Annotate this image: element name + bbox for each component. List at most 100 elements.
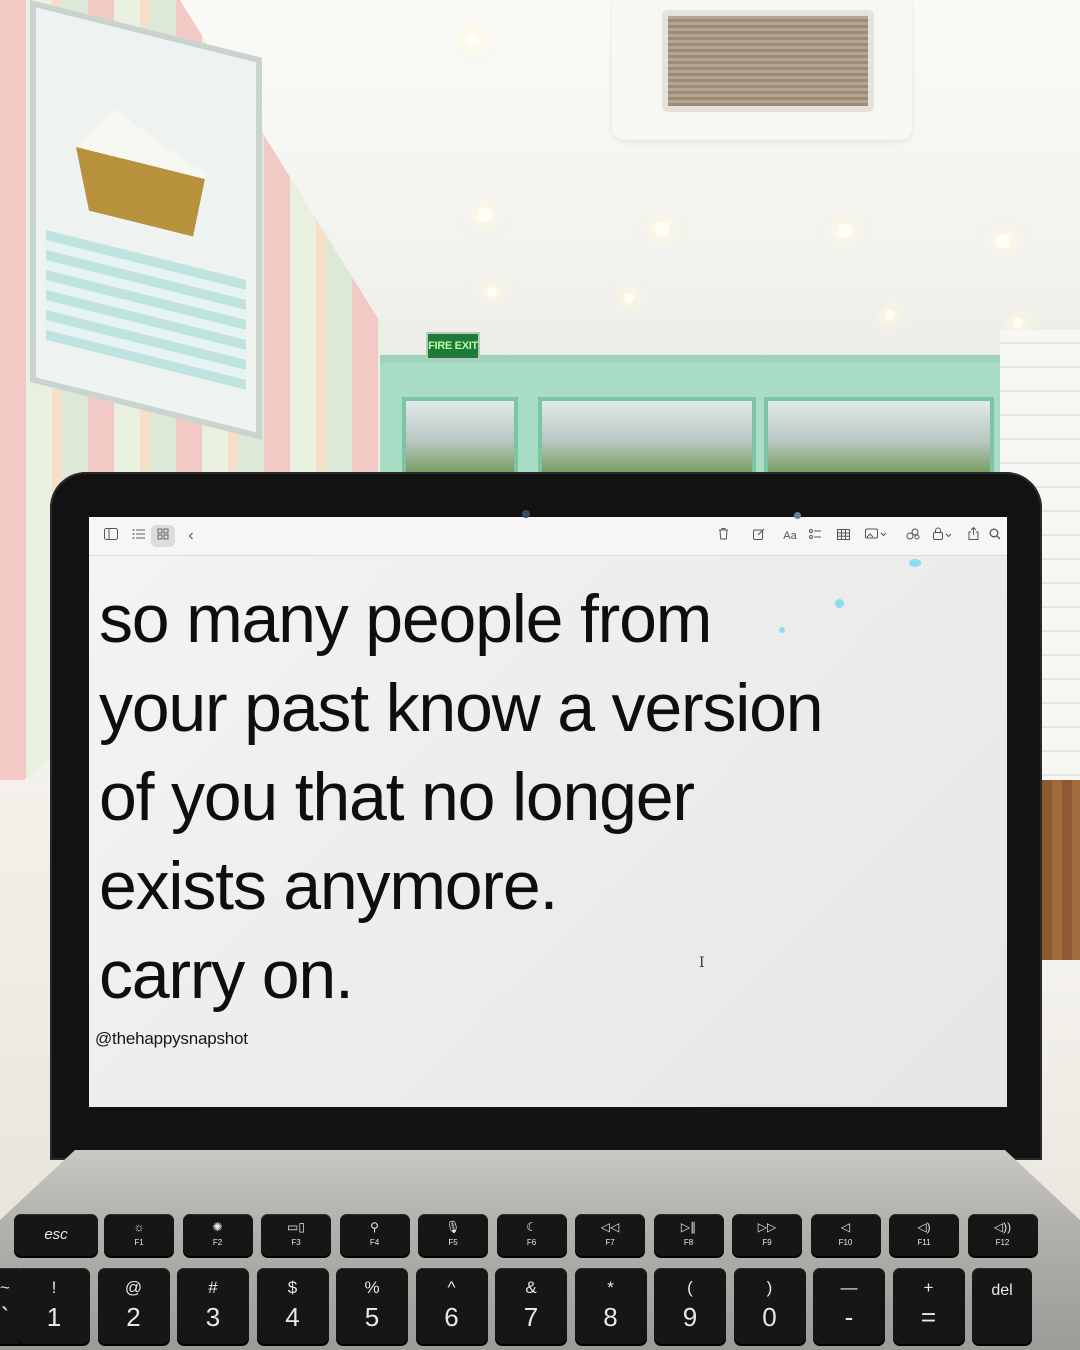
ceiling-light: [655, 222, 669, 236]
moon-icon: ☾: [526, 1220, 537, 1234]
key-label: F5: [448, 1238, 458, 1247]
list-icon[interactable]: [127, 525, 151, 547]
key-shift-symbol: ): [766, 1278, 773, 1297]
play-pause-icon: ▷∥: [680, 1220, 697, 1234]
key-main-symbol: 6: [444, 1302, 459, 1332]
mural-sea: [46, 229, 246, 390]
key-2[interactable]: @2: [97, 1268, 170, 1344]
key-9[interactable]: (9: [654, 1268, 726, 1344]
key-label: F8: [683, 1238, 694, 1247]
sidebar-icon[interactable]: [99, 525, 123, 547]
key-f4[interactable]: ⚲ F4: [339, 1214, 410, 1256]
key-shift-symbol: &: [525, 1278, 537, 1297]
key-label: F7: [605, 1238, 615, 1247]
lock-icon[interactable]: [929, 525, 957, 547]
ceiling-ac-unit: [612, 0, 912, 140]
chevron-left-icon[interactable]: ‹: [179, 525, 203, 547]
key-shift-symbol: (: [687, 1278, 693, 1297]
note-line: exists anymore.: [99, 848, 558, 924]
brightness-down-icon: ☼: [133, 1220, 145, 1234]
key-shift-symbol: ^: [447, 1278, 456, 1297]
ac-vent: [662, 10, 874, 112]
note-line: your past know a version: [99, 670, 824, 746]
format-button[interactable]: Aa: [779, 525, 801, 547]
key-label: F11: [917, 1238, 931, 1247]
key-3[interactable]: #3: [177, 1268, 249, 1344]
fast-forward-icon: ▷▷: [757, 1220, 777, 1234]
key-shift-symbol: %: [364, 1278, 380, 1297]
key-f12[interactable]: ◁)) F12: [967, 1214, 1038, 1256]
compose-icon[interactable]: [747, 525, 771, 547]
key-f10[interactable]: ◁ F10: [810, 1214, 881, 1256]
key-f6[interactable]: ☾ F6: [496, 1214, 567, 1256]
note-body[interactable]: so many people from your past know a ver…: [99, 575, 979, 1020]
key-5[interactable]: % 5: [336, 1268, 408, 1344]
key-shift-symbol: #: [208, 1278, 218, 1297]
key-4[interactable]: $4: [256, 1268, 329, 1344]
key-label: F6: [526, 1238, 537, 1247]
key-f7[interactable]: ◁◁ F7: [575, 1214, 645, 1256]
key-f9[interactable]: ▷▷ F9: [732, 1214, 802, 1256]
key-main-symbol: del: [991, 1282, 1013, 1299]
key-0[interactable]: ) 0: [733, 1268, 806, 1344]
ship-mural: [30, 0, 262, 440]
brightness-up-icon: ✺: [212, 1220, 223, 1234]
esc-key[interactable]: esc: [14, 1214, 98, 1256]
key-f5[interactable]: 🎙 F5: [418, 1214, 488, 1256]
notes-app-window: ‹ Aa so many people from your past know …: [89, 517, 1007, 1107]
volume-up-icon: ◁)): [993, 1220, 1012, 1234]
key-f2[interactable]: ✺ F2: [182, 1214, 253, 1256]
notes-toolbar: ‹ Aa: [89, 517, 1007, 556]
media-icon[interactable]: [861, 525, 891, 547]
key-delete[interactable]: del: [972, 1268, 1032, 1344]
ceiling-light: [624, 293, 634, 303]
key-label: F2: [212, 1238, 223, 1247]
key-main-symbol: 9: [682, 1302, 698, 1332]
grid-icon[interactable]: [151, 525, 175, 547]
rewind-icon: ◁◁: [600, 1220, 620, 1234]
text-cursor-icon: I: [699, 955, 705, 971]
key-f11[interactable]: ◁) F11: [889, 1214, 959, 1256]
key-shift-symbol: —: [840, 1278, 858, 1297]
key-6[interactable]: ^ 6: [415, 1268, 488, 1344]
screen-reflection: [779, 627, 785, 633]
key-main-symbol: 7: [523, 1302, 539, 1332]
key-label: F12: [995, 1238, 1010, 1247]
checklist-icon[interactable]: [803, 525, 827, 547]
key-shift-symbol: *: [607, 1278, 614, 1297]
note-line: of you that no longer: [99, 759, 695, 835]
search-icon[interactable]: [983, 525, 1007, 547]
screen-reflection: [909, 559, 921, 567]
key-main-symbol: =: [920, 1302, 937, 1332]
collaborate-icon[interactable]: [901, 525, 925, 547]
key-main-symbol: 4: [285, 1302, 300, 1332]
ceiling-light: [487, 287, 497, 297]
key-main-symbol: 2: [126, 1302, 141, 1332]
key-main-symbol: 5: [364, 1302, 380, 1332]
key-shift-symbol: !: [51, 1278, 57, 1297]
key-1[interactable]: ! 1: [18, 1268, 90, 1344]
key-main-symbol: 0: [762, 1302, 777, 1332]
key-label: F3: [291, 1238, 301, 1247]
key-f1[interactable]: ☼ F1: [104, 1214, 174, 1256]
key-f3[interactable]: ▭▯ F3: [261, 1214, 331, 1256]
ceiling-light: [478, 208, 492, 222]
key-=[interactable]: + =: [892, 1268, 965, 1344]
ceiling-light: [885, 310, 895, 320]
key-shift-symbol: +: [923, 1278, 934, 1297]
key-label: F4: [369, 1238, 380, 1247]
note-line: so many people from: [99, 581, 712, 657]
microphone-icon: 🎙: [445, 1220, 461, 1234]
key--[interactable]: — -: [813, 1268, 885, 1344]
share-icon[interactable]: [961, 525, 985, 547]
table-icon[interactable]: [831, 525, 855, 547]
key-label: F1: [134, 1238, 144, 1247]
volume-down-icon: ◁): [917, 1220, 931, 1234]
key-label: F9: [762, 1238, 772, 1247]
key-main-symbol: 3: [205, 1302, 221, 1332]
key-f8[interactable]: ▷∥ F8: [653, 1214, 724, 1256]
key-7[interactable]: & 7: [495, 1268, 567, 1344]
ceiling-light: [466, 33, 480, 47]
key-8[interactable]: * 8: [574, 1268, 647, 1344]
trash-icon[interactable]: [711, 525, 735, 547]
